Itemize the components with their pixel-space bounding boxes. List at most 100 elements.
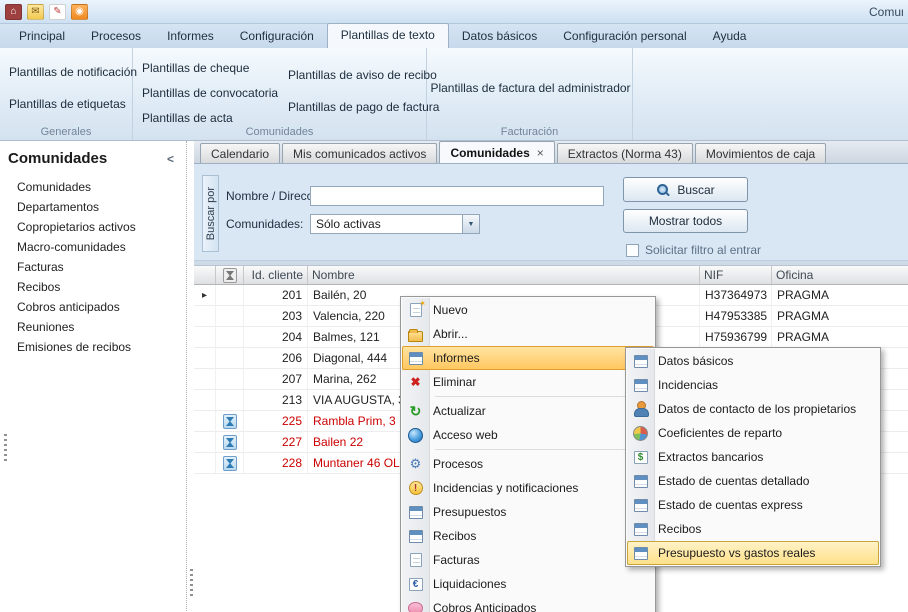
cell-id: 207: [244, 369, 308, 389]
submenu-item-coeficientes-de-reparto[interactable]: Coeficientes de reparto: [627, 421, 879, 445]
submenu-item-estado-cuentas-detallado[interactable]: Estado de cuentas detallado: [627, 469, 879, 493]
submenu-item-datos-basicos[interactable]: Datos básicos: [627, 349, 879, 373]
ribbon-group-facturacion: Plantillas de factura del administrador …: [427, 48, 633, 140]
ribbon-item-plantillas-convocatoria[interactable]: Plantillas de convocatoria: [137, 83, 283, 103]
ribbon-item-plantillas-acta[interactable]: Plantillas de acta: [137, 108, 283, 128]
tab-movimientos-de-caja[interactable]: Movimientos de caja: [695, 143, 826, 163]
bank-statement-icon: $: [632, 449, 649, 466]
menu-item-label: Actualizar: [433, 404, 486, 418]
cell-id: 204: [244, 327, 308, 347]
menu-item-actualizar[interactable]: ↻ Actualizar: [402, 399, 654, 423]
mostrar-todos-label: Mostrar todos: [649, 214, 722, 228]
document-tab-bar: Calendario Mis comunicados activos Comun…: [194, 141, 908, 164]
menu-item-eliminar[interactable]: ✖ Eliminar: [402, 370, 654, 394]
gears-icon: ⚙: [407, 456, 424, 473]
edit-icon[interactable]: ✎: [49, 4, 66, 20]
menu-item-label: Facturas: [433, 553, 480, 567]
status-column-header[interactable]: [216, 266, 244, 284]
chevron-down-icon[interactable]: ▼: [462, 215, 479, 233]
current-row-icon: ▸: [202, 290, 207, 301]
menu-item-label: Recibos: [433, 529, 476, 543]
menu-item-acceso-web[interactable]: Acceso web: [402, 423, 654, 447]
menu-item-facturas[interactable]: Facturas ▶: [402, 548, 654, 572]
cell-oficina: PRAGMA: [772, 285, 908, 305]
sidebar-item-cobros-anticipados[interactable]: Cobros anticipados: [0, 297, 186, 317]
column-header-nombre[interactable]: Nombre: [308, 266, 700, 284]
submenu-item-extractos-bancarios[interactable]: $ Extractos bancarios: [627, 445, 879, 469]
mostrar-todos-button[interactable]: Mostrar todos: [623, 209, 748, 233]
new-document-icon: ✶: [407, 302, 424, 319]
sidebar-item-facturas[interactable]: Facturas: [0, 257, 186, 277]
search-group-tab[interactable]: Buscar por: [202, 175, 219, 252]
ribbon-item-plantillas-notificacion[interactable]: Plantillas de notificación: [4, 62, 130, 82]
tab-extractos-norma-43[interactable]: Extractos (Norma 43): [557, 143, 693, 163]
ribbon-item-plantillas-factura-administrador[interactable]: Plantillas de factura del administrador: [425, 78, 635, 98]
ribbon-tab-informes[interactable]: Informes: [154, 25, 227, 48]
buscar-button[interactable]: Buscar: [623, 177, 748, 202]
ribbon-tab-principal[interactable]: Principal: [6, 25, 78, 48]
menu-item-procesos[interactable]: ⚙ Procesos ▶: [402, 452, 654, 476]
ribbon-tab-ayuda[interactable]: Ayuda: [700, 25, 760, 48]
titlebar: ⌂ ✉ ✎ ◉ Comur: [0, 0, 908, 24]
ribbon-tab-configuracion-personal[interactable]: Configuración personal: [550, 25, 699, 48]
submenu-item-estado-cuentas-express[interactable]: Estado de cuentas express: [627, 493, 879, 517]
sidebar-splitter[interactable]: [186, 141, 194, 611]
menu-item-label: Presupuesto vs gastos reales: [658, 546, 815, 560]
menu-item-liquidaciones[interactable]: € Liquidaciones: [402, 572, 654, 596]
person-icon: [632, 401, 649, 418]
mail-icon[interactable]: ✉: [27, 4, 44, 20]
left-splitter-grip[interactable]: [4, 434, 7, 464]
sidebar-item-macro-comunidades[interactable]: Macro-comunidades: [0, 237, 186, 257]
name-address-input[interactable]: [310, 186, 604, 206]
sidebar-item-departamentos[interactable]: Departamentos: [0, 197, 186, 217]
tab-mis-comunicados-activos[interactable]: Mis comunicados activos: [282, 143, 437, 163]
column-header-nif[interactable]: NIF: [700, 266, 772, 284]
feed-icon[interactable]: ◉: [71, 4, 88, 20]
bank-icon[interactable]: ⌂: [5, 4, 22, 20]
piggy-bank-icon: [407, 600, 424, 612]
submenu-item-datos-de-contacto[interactable]: Datos de contacto de los propietarios: [627, 397, 879, 421]
column-header-oficina[interactable]: Oficina: [772, 266, 908, 284]
submenu-item-presupuesto-vs-gastos-reales[interactable]: Presupuesto vs gastos reales: [627, 541, 879, 565]
ribbon-tab-plantillas-de-texto[interactable]: Plantillas de texto: [327, 23, 449, 48]
ribbon-tab-configuracion[interactable]: Configuración: [227, 25, 327, 48]
cell-id: 201: [244, 285, 308, 305]
solicitar-filtro-label[interactable]: Solicitar filtro al entrar: [645, 243, 761, 257]
tab-calendario[interactable]: Calendario: [200, 143, 280, 163]
sidebar-collapse-button[interactable]: <: [167, 152, 174, 166]
communities-dropdown[interactable]: Sólo activas ▼: [310, 214, 480, 234]
menu-item-label: Eliminar: [433, 375, 476, 389]
menu-item-informes[interactable]: Informes ▶: [402, 346, 654, 370]
menu-item-nuevo[interactable]: ✶ Nuevo: [402, 298, 654, 322]
sidebar-item-copropietarios-activos[interactable]: Copropietarios activos: [0, 217, 186, 237]
ribbon-item-plantillas-cheque[interactable]: Plantillas de cheque: [137, 58, 283, 78]
submenu-item-recibos[interactable]: Recibos: [627, 517, 879, 541]
ribbon-item-plantillas-aviso-recibo[interactable]: Plantillas de aviso de recibo: [283, 65, 431, 85]
buscar-button-label: Buscar: [677, 183, 714, 197]
menu-item-abrir[interactable]: Abrir...: [402, 322, 654, 346]
pie-chart-icon: [632, 425, 649, 442]
solicitar-filtro-checkbox[interactable]: [626, 244, 639, 257]
ribbon-item-plantillas-etiquetas[interactable]: Plantillas de etiquetas: [4, 94, 130, 114]
tab-comunidades[interactable]: Comunidades ×: [439, 141, 554, 163]
sidebar-item-comunidades[interactable]: Comunidades: [0, 177, 186, 197]
menu-item-presupuestos[interactable]: Presupuestos: [402, 500, 654, 524]
submenu-item-incidencias[interactable]: Incidencias: [627, 373, 879, 397]
budget-icon: [407, 504, 424, 521]
menu-item-recibos[interactable]: Recibos: [402, 524, 654, 548]
sidebar-item-emisiones-de-recibos[interactable]: Emisiones de recibos: [0, 337, 186, 357]
ribbon-item-plantillas-pago-factura[interactable]: Plantillas de pago de factura: [283, 97, 431, 117]
cell-id: 206: [244, 348, 308, 368]
ribbon-tab-datos-basicos[interactable]: Datos básicos: [449, 25, 550, 48]
column-header-id-cliente[interactable]: Id. cliente: [244, 266, 308, 284]
search-group-label: Buscar por: [205, 187, 217, 240]
menu-item-incidencias-y-notificaciones[interactable]: ! Incidencias y notificaciones: [402, 476, 654, 500]
menu-item-cobros-anticipados[interactable]: Cobros Anticipados: [402, 596, 654, 612]
menu-item-label: Coeficientes de reparto: [658, 426, 782, 440]
table-icon: [632, 521, 649, 538]
close-tab-icon[interactable]: ×: [537, 146, 544, 160]
ribbon-tab-procesos[interactable]: Procesos: [78, 25, 154, 48]
splitter-grip[interactable]: [190, 569, 193, 599]
sidebar-item-recibos[interactable]: Recibos: [0, 277, 186, 297]
sidebar-item-reuniones[interactable]: Reuniones: [0, 317, 186, 337]
